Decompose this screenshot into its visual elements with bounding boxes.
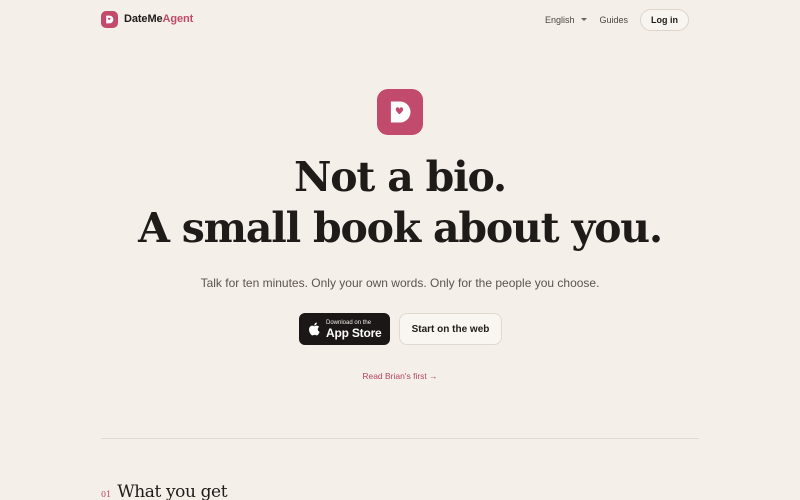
section-title: What you get	[117, 482, 228, 500]
apple-icon	[309, 322, 320, 336]
hero-subhead: Talk for ten minutes. Only your own word…	[200, 276, 600, 290]
cta-row: Download on the App Store Start on the w…	[299, 313, 502, 345]
app-store-label: Download on the App Store	[326, 319, 382, 340]
section-divider	[101, 438, 699, 439]
dateme-logo-icon	[101, 10, 118, 28]
headline-line-1: Not a bio.	[293, 153, 507, 201]
login-button[interactable]: Log in	[640, 8, 689, 31]
header-nav: English Guides Log in	[545, 8, 689, 31]
language-selector[interactable]: English	[545, 15, 588, 25]
language-label: English	[544, 14, 575, 25]
brand-name: DateMeAgent	[124, 13, 194, 25]
headline-line-2: A small book about you.	[138, 204, 663, 252]
app-store-button[interactable]: Download on the App Store	[299, 313, 390, 345]
read-brians-first-link[interactable]: Read Brian's first →	[0, 371, 800, 381]
top-bar: DateMeAgent English Guides Log in	[0, 0, 800, 38]
start-on-web-button[interactable]: Start on the web	[399, 313, 502, 345]
chevron-down-icon	[581, 18, 588, 21]
section-number: 01	[101, 490, 112, 499]
section-heading: 01 What you get	[101, 482, 228, 500]
brand-logo-link[interactable]: DateMeAgent	[101, 10, 193, 28]
hero-headline: Not a bio. A small book about you.	[0, 152, 800, 254]
guides-link[interactable]: Guides	[599, 15, 628, 25]
dateme-logo-icon	[377, 89, 423, 135]
